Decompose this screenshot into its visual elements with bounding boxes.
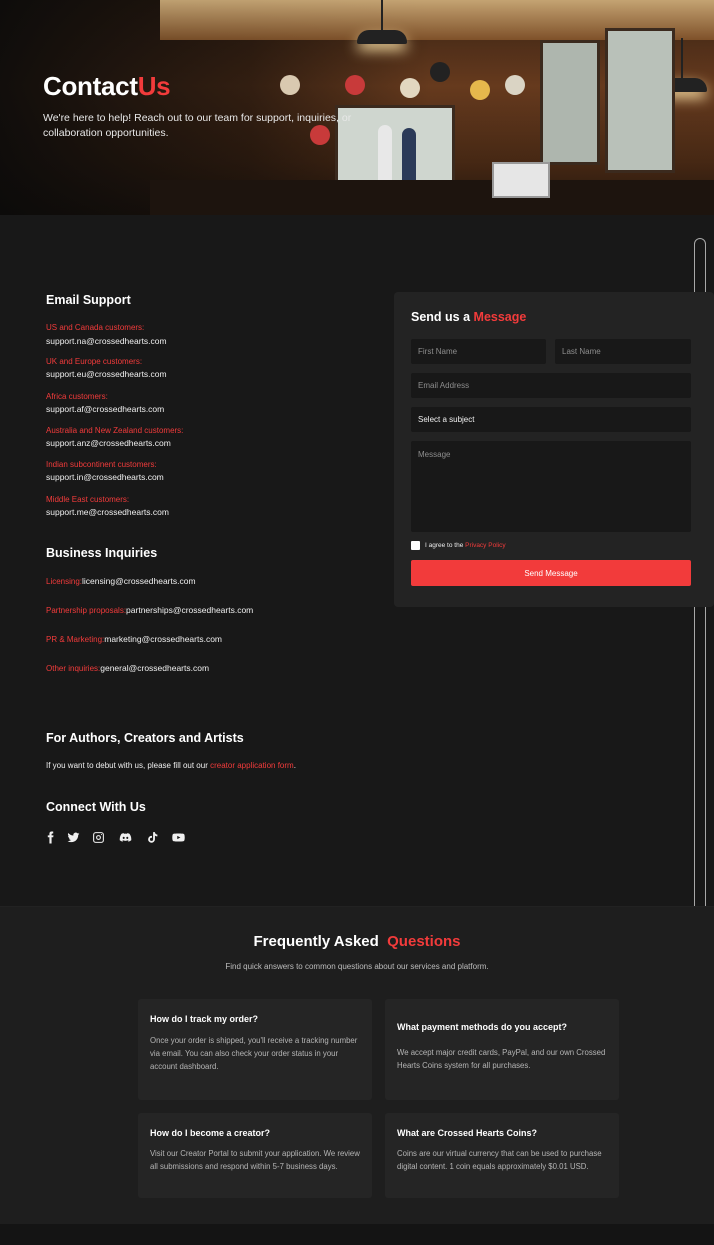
inquiry-row: Licensing:licensing@crossedhearts.com bbox=[46, 576, 196, 586]
faq-question: How do I track my order? bbox=[150, 1014, 259, 1024]
faq-question: What are Crossed Hearts Coins? bbox=[397, 1128, 538, 1138]
creators-text: If you want to debut with us, please fil… bbox=[46, 761, 296, 770]
hero-poster bbox=[505, 75, 525, 95]
pendant-lamp bbox=[357, 0, 407, 44]
creators-title: For Authors, Creators and Artists bbox=[46, 731, 244, 745]
facebook-icon[interactable] bbox=[43, 830, 57, 844]
region-label: US and Canada customers: bbox=[46, 323, 145, 332]
creator-application-link[interactable]: creator application form bbox=[210, 761, 294, 770]
faq-section: Frequently Asked Questions Find quick an… bbox=[0, 906, 714, 1224]
email-field[interactable] bbox=[411, 373, 691, 398]
inquiry-label: Partnership proposals: bbox=[46, 606, 127, 615]
last-name-field[interactable] bbox=[555, 339, 691, 364]
hero-desk bbox=[150, 180, 714, 215]
first-name-field[interactable] bbox=[411, 339, 546, 364]
inquiry-row: Partnership proposals:partnerships@cross… bbox=[46, 605, 253, 615]
hero-person bbox=[402, 128, 416, 188]
support-email-link[interactable]: support.af@crossedhearts.com bbox=[46, 404, 164, 414]
support-email-link[interactable]: support.anz@crossedhearts.com bbox=[46, 438, 171, 448]
footer-band bbox=[0, 1224, 714, 1245]
support-email-link[interactable]: support.eu@crossedhearts.com bbox=[46, 369, 167, 379]
agree-label: I agree to the Privacy Policy bbox=[425, 542, 506, 549]
support-email-link[interactable]: support.me@crossedhearts.com bbox=[46, 507, 169, 517]
hero-artwork bbox=[605, 28, 675, 173]
page-subtitle: We're here to help! Reach out to our tea… bbox=[43, 112, 352, 139]
region-label: Middle East customers: bbox=[46, 495, 130, 504]
hero-poster bbox=[400, 78, 420, 98]
inquiry-label: Other inquiries: bbox=[46, 664, 101, 673]
region-label: Indian subcontinent customers: bbox=[46, 460, 157, 469]
subject-select[interactable]: Select a subject bbox=[411, 407, 691, 432]
support-email-link[interactable]: support.in@crossedhearts.com bbox=[46, 472, 164, 482]
faq-subtitle: Find quick answers to common questions a… bbox=[225, 962, 489, 971]
faq-answer: Visit our Creator Portal to submit your … bbox=[150, 1149, 360, 1171]
support-email-link[interactable]: support.na@crossedhearts.com bbox=[46, 336, 167, 346]
inquiry-row: PR & Marketing:marketing@crossedhearts.c… bbox=[46, 634, 222, 644]
youtube-icon[interactable] bbox=[170, 830, 186, 844]
inquiry-email-link[interactable]: licensing@crossedhearts.com bbox=[82, 576, 196, 586]
connect-title: Connect With Us bbox=[46, 800, 146, 814]
inquiry-label: PR & Marketing: bbox=[46, 635, 105, 644]
instagram-icon[interactable] bbox=[91, 830, 105, 844]
region-label: Africa customers: bbox=[46, 392, 108, 401]
page-title: ContactUs bbox=[43, 71, 171, 101]
faq-card: How do I become a creator? Visit our Cre… bbox=[138, 1113, 372, 1198]
hero-poster bbox=[345, 75, 365, 95]
send-message-button[interactable]: Send Message bbox=[411, 560, 691, 586]
region-label: UK and Europe customers: bbox=[46, 357, 143, 366]
privacy-policy-link[interactable]: Privacy Policy bbox=[465, 542, 505, 549]
privacy-agreement: I agree to the Privacy Policy bbox=[411, 541, 506, 550]
inquiry-email-link[interactable]: general@crossedhearts.com bbox=[100, 663, 209, 673]
contact-form: Send us a Message Select a subject I agr… bbox=[394, 292, 714, 607]
business-inquiries-title: Business Inquiries bbox=[46, 546, 158, 560]
hero-monitor bbox=[492, 162, 550, 198]
region-label: Australia and New Zealand customers: bbox=[46, 426, 184, 435]
hero-banner: ContactUs We're here to help! Reach out … bbox=[0, 0, 714, 215]
tiktok-icon[interactable] bbox=[145, 830, 159, 844]
faq-answer: Once your order is shipped, you'll recei… bbox=[150, 1036, 358, 1071]
form-title: Send us a Message bbox=[411, 310, 527, 324]
faq-card: How do I track my order? Once your order… bbox=[138, 999, 372, 1100]
hero-poster bbox=[470, 80, 490, 100]
hero-poster bbox=[280, 75, 300, 95]
discord-icon[interactable] bbox=[117, 830, 133, 844]
hero-artwork bbox=[540, 40, 600, 165]
faq-question: How do I become a creator? bbox=[150, 1128, 271, 1138]
faq-card: What are Crossed Hearts Coins? Coins are… bbox=[385, 1113, 619, 1198]
inquiry-label: Licensing: bbox=[46, 577, 83, 586]
faq-answer: Coins are our virtual currency that can … bbox=[397, 1149, 602, 1171]
faq-title: Frequently Asked Questions bbox=[253, 933, 461, 950]
agree-checkbox[interactable] bbox=[411, 541, 420, 550]
hero-poster bbox=[430, 62, 450, 82]
faq-question: What payment methods do you accept? bbox=[397, 1022, 568, 1032]
inquiry-row: Other inquiries:general@crossedhearts.co… bbox=[46, 663, 209, 673]
inquiry-email-link[interactable]: marketing@crossedhearts.com bbox=[104, 634, 222, 644]
twitter-icon[interactable] bbox=[66, 830, 80, 844]
faq-answer: We accept major credit cards, PayPal, an… bbox=[397, 1048, 606, 1070]
faq-card: What payment methods do you accept? We a… bbox=[385, 999, 619, 1100]
message-field[interactable] bbox=[411, 441, 691, 532]
email-support-title: Email Support bbox=[46, 293, 131, 307]
inquiry-email-link[interactable]: partnerships@crossedhearts.com bbox=[126, 605, 253, 615]
hero-person bbox=[378, 125, 392, 185]
